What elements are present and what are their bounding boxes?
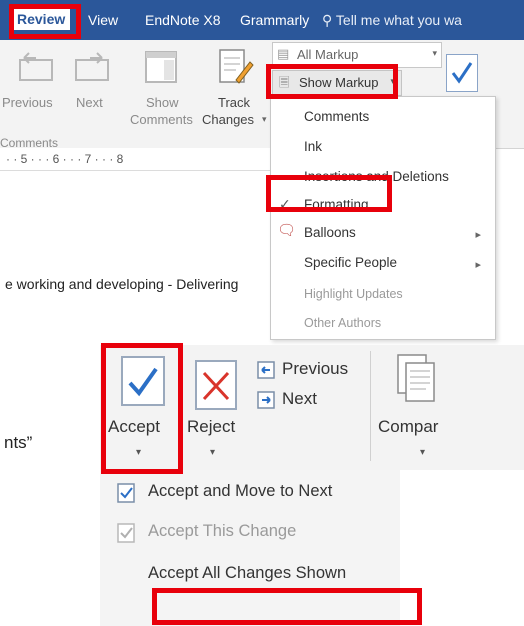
- highlight-box-formatting: [266, 175, 392, 212]
- chevron-right-icon: ▸: [475, 229, 481, 241]
- previous-comment-button[interactable]: [12, 44, 58, 92]
- next-comment-icon: [75, 52, 109, 81]
- track-changes-label-2: Changes: [202, 112, 255, 127]
- highlight-box-accept-all: [152, 588, 422, 625]
- chevron-down-icon: ▾: [432, 48, 437, 58]
- tell-me-search[interactable]: ⚲ Tell me what you wa: [322, 12, 462, 29]
- previous-change-icon: [257, 361, 275, 379]
- show-markup-menu: Comments Ink Insertions and Deletions ✓ …: [270, 96, 496, 340]
- previous-change-label: Previous: [282, 359, 349, 378]
- group-divider: [370, 351, 371, 461]
- track-changes-label-1: Track: [218, 95, 251, 110]
- lightbulb-icon: ⚲: [322, 12, 333, 28]
- document-text: e working and developing - Delivering: [5, 276, 239, 292]
- accept-move-icon: [117, 483, 135, 503]
- highlight-box-review-tab: [9, 4, 81, 39]
- chevron-down-icon: ▾: [210, 447, 216, 458]
- reject-x-icon: [195, 360, 237, 410]
- accept-this-change-icon: [117, 523, 135, 543]
- accept-this-change-label: Accept This Change: [148, 522, 297, 540]
- side-text-left: nts”: [4, 433, 33, 452]
- previous-comment-label: Previous: [2, 95, 53, 110]
- accept-button-partial[interactable]: [446, 54, 478, 92]
- menu-item-ink[interactable]: Ink: [304, 139, 322, 154]
- previous-change-button[interactable]: Previous: [254, 357, 366, 383]
- checkmark-icon: [451, 62, 473, 84]
- compare-label: Compar: [378, 417, 439, 436]
- reject-label: Reject: [187, 417, 236, 436]
- show-comments-label-2: Comments: [130, 112, 193, 127]
- markup-view-value: All Markup: [297, 47, 359, 62]
- highlight-box-accept: [101, 343, 183, 474]
- track-changes-dropdown-icon[interactable]: ▾: [262, 114, 267, 125]
- ruler: · · 5 · · · 6 · · · 7 · · · 8: [0, 148, 275, 171]
- accept-all-shown-label: Accept All Changes Shown: [148, 564, 347, 582]
- chevron-down-icon: ▾: [420, 447, 426, 458]
- next-comment-button[interactable]: [70, 44, 116, 92]
- menu-item-accept-and-move[interactable]: Accept and Move to Next: [106, 476, 396, 510]
- track-changes-icon: [219, 49, 254, 84]
- tab-grammarly[interactable]: Grammarly: [240, 12, 309, 28]
- next-change-icon: [257, 391, 275, 409]
- show-comments-button[interactable]: [130, 44, 200, 92]
- menu-item-comments[interactable]: Comments: [304, 109, 369, 124]
- tab-view[interactable]: View: [88, 12, 118, 28]
- show-comments-icon: [145, 51, 177, 83]
- tell-me-text: Tell me what you wa: [335, 12, 462, 28]
- menu-item-balloons[interactable]: Balloons: [304, 225, 356, 240]
- balloons-icon: 🗨: [277, 222, 297, 239]
- compare-icon: [397, 354, 435, 402]
- next-change-button[interactable]: Next: [254, 387, 366, 413]
- chevron-right-icon: ▸: [475, 259, 481, 271]
- menu-item-highlight-updates: Highlight Updates: [304, 287, 403, 301]
- menu-item-other-authors: Other Authors: [304, 316, 382, 330]
- menu-item-accept-this-change: Accept This Change: [106, 516, 396, 550]
- reject-button[interactable]: [186, 351, 246, 467]
- next-comment-label: Next: [76, 95, 103, 110]
- highlight-box-show-markup: [266, 64, 398, 99]
- tab-endnote[interactable]: EndNote X8: [145, 12, 221, 28]
- ruler-marks: · · 5 · · · 6 · · · 7 · · · 8: [6, 152, 124, 166]
- menu-item-specific-people[interactable]: Specific People: [304, 255, 397, 270]
- next-change-label: Next: [282, 389, 317, 408]
- markup-view-icon: ▤: [277, 46, 290, 61]
- show-comments-label-1: Show: [146, 95, 179, 110]
- previous-comment-icon: [19, 52, 53, 81]
- track-changes-button[interactable]: [204, 44, 264, 92]
- accept-and-move-label: Accept and Move to Next: [148, 482, 333, 500]
